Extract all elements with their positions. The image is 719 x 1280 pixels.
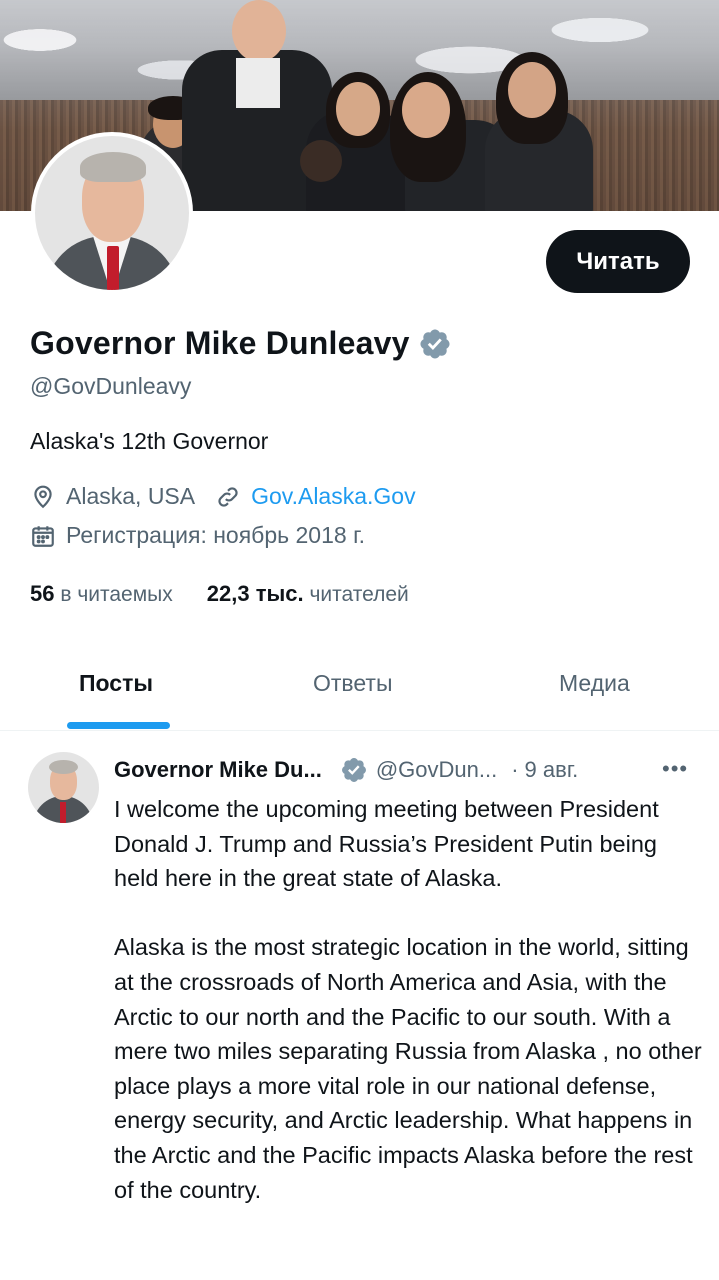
avatar-tie: [60, 802, 66, 823]
profile-tabs: Посты Ответы Медиа: [0, 650, 719, 731]
avatar-hair: [49, 760, 78, 774]
profile-avatar[interactable]: [31, 132, 193, 294]
following-stat[interactable]: 56 в читаемых: [30, 581, 173, 607]
post-author-avatar[interactable]: [28, 752, 99, 823]
banner-person: [236, 58, 280, 108]
post-author-name[interactable]: Governor Mike Du...: [114, 757, 322, 783]
profile-handle: @GovDunleavy: [30, 373, 192, 399]
tab-replies[interactable]: Ответы: [313, 670, 392, 697]
tab-posts[interactable]: Посты: [79, 670, 153, 697]
post-paragraph: Alaska is the most strategic location in…: [114, 934, 702, 1203]
profile-meta-row: Alaska, USA Gov.Alaska.Gov: [30, 483, 416, 510]
post-author-handle[interactable]: @GovDun...: [376, 757, 497, 783]
profile-name: Governor Mike Dunleavy: [30, 325, 410, 361]
active-tab-indicator: [67, 722, 170, 729]
banner-person-head: [232, 0, 286, 62]
banner-person-head: [336, 82, 380, 136]
profile-stats: 56 в читаемых 22,3 тыс. читателей: [30, 581, 409, 607]
following-count: 56: [30, 581, 55, 606]
verified-badge-icon[interactable]: [418, 327, 452, 361]
profile-location: Alaska, USA: [66, 483, 196, 509]
post-text: I welcome the upcoming meeting between P…: [114, 792, 704, 1207]
post-separator: ·: [511, 757, 519, 782]
profile-joined-date: Регистрация: ноябрь 2018 г.: [66, 522, 366, 548]
follow-button[interactable]: Читать: [546, 230, 690, 293]
banner-person-head: [508, 62, 556, 118]
following-label: в читаемых: [60, 583, 173, 606]
link-icon: [218, 486, 238, 507]
banner-person-head: [402, 82, 450, 138]
profile-website-link[interactable]: Gov.Alaska.Gov: [251, 483, 415, 510]
avatar-tie: [107, 246, 119, 290]
profile-name-row: Governor Mike Dunleavy: [30, 325, 452, 362]
calendar-icon: [32, 525, 54, 547]
post-date[interactable]: 9 авг.: [525, 757, 579, 783]
avatar-hair: [80, 152, 146, 182]
more-options-icon[interactable]: •••: [662, 756, 688, 782]
post-header: Governor Mike Du... @GovDun... · 9 авг.: [114, 756, 578, 784]
post-item[interactable]: Governor Mike Du... @GovDun... · 9 авг. …: [0, 732, 719, 1280]
followers-count: 22,3 тыс.: [206, 581, 304, 606]
followers-label: читателей: [309, 583, 409, 606]
location-pin-icon: [34, 485, 52, 508]
profile-bio: Alaska's 12th Governor: [30, 428, 269, 454]
post-paragraph: I welcome the upcoming meeting between P…: [114, 796, 659, 892]
tab-media[interactable]: Медиа: [559, 670, 630, 697]
profile-joined-row: Регистрация: ноябрь 2018 г.: [30, 522, 365, 549]
verified-badge-icon[interactable]: [340, 756, 368, 784]
followers-stat[interactable]: 22,3 тыс. читателей: [207, 581, 409, 607]
banner-dog: [300, 140, 342, 182]
